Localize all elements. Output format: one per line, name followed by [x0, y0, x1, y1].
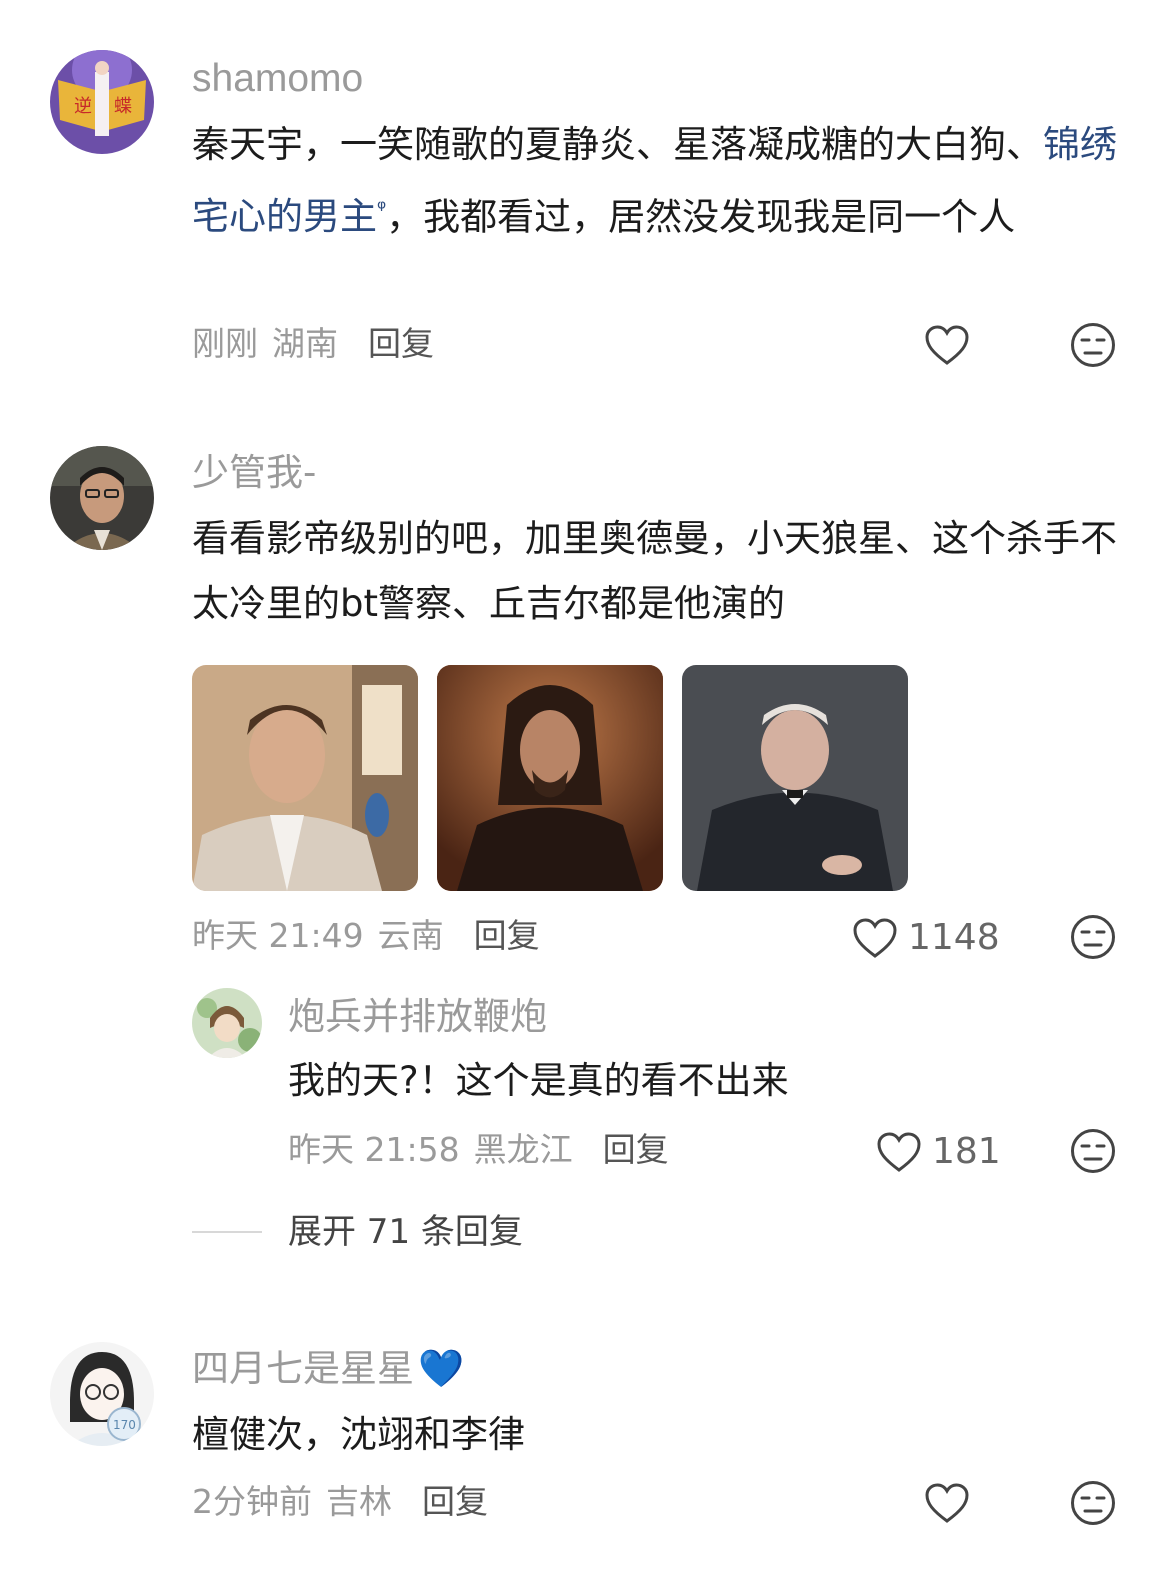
- username[interactable]: 四月七是星星 💙: [192, 1344, 464, 1394]
- avatar[interactable]: 170: [50, 1342, 154, 1446]
- divider: [192, 1231, 262, 1233]
- username-text: 四月七是星星: [192, 1347, 414, 1390]
- heart-icon: [925, 1483, 969, 1523]
- like-button[interactable]: [924, 324, 970, 366]
- reply-button[interactable]: 回复: [368, 324, 434, 363]
- dislike-emoji-icon[interactable]: [1070, 914, 1116, 960]
- like-count: 1148: [908, 917, 1000, 958]
- dislike-emoji-icon[interactable]: [1070, 322, 1116, 368]
- comment-meta: 刚刚 湖南 回复: [192, 322, 434, 366]
- reply-button[interactable]: 回复: [603, 1130, 669, 1169]
- username[interactable]: shamomo: [192, 54, 363, 104]
- timestamp: 昨天 21:58: [288, 1130, 460, 1169]
- timestamp: 昨天 21:49: [192, 916, 364, 955]
- like-button[interactable]: 181: [876, 1130, 1001, 1174]
- heart-icon: [925, 325, 969, 365]
- like-button[interactable]: [924, 1482, 970, 1524]
- image-gallery: [192, 665, 908, 891]
- username[interactable]: 少管我-: [192, 448, 316, 498]
- comment-text-part: 秦天宇，一笑随歌的夏静炎、星落凝成糖的大白狗、: [192, 123, 1043, 166]
- heart-icon: [877, 1132, 921, 1172]
- comment-meta: 昨天 21:49 云南 回复: [192, 914, 540, 958]
- avatar[interactable]: 逆 蝶: [50, 50, 154, 154]
- comment-text-part: ，我都看过，居然没发现我是同一个人: [386, 195, 1016, 239]
- blue-heart-emoji: 💙: [418, 1347, 465, 1390]
- comment-text: 檀健次，沈翊和李律: [192, 1413, 525, 1456]
- reply-meta: 昨天 21:58 黑龙江 回复: [288, 1128, 669, 1172]
- avatar-text-left: 逆: [74, 96, 92, 117]
- location: 云南: [377, 916, 444, 955]
- expand-replies-label: 展开 71 条回复: [288, 1212, 523, 1252]
- dislike-emoji-icon[interactable]: [1070, 1480, 1116, 1526]
- dislike-emoji-icon[interactable]: [1070, 1128, 1116, 1174]
- heart-icon: [853, 918, 897, 958]
- reply-button[interactable]: 回复: [422, 1482, 488, 1521]
- reply-username[interactable]: 炮兵并排放鞭炮: [288, 992, 547, 1042]
- reply-avatar[interactable]: [192, 988, 262, 1058]
- avatar-badge-text: 170: [113, 1418, 136, 1432]
- timestamp: 刚刚: [192, 324, 258, 363]
- expand-replies-button[interactable]: 展开 71 条回复: [192, 1208, 523, 1256]
- reply-button[interactable]: 回复: [474, 916, 540, 955]
- comment-image[interactable]: [682, 665, 908, 891]
- location: 黑龙江: [473, 1130, 573, 1169]
- search-icon: ᵠ: [377, 197, 387, 222]
- comment-image[interactable]: [192, 665, 418, 891]
- comment-image[interactable]: [437, 665, 663, 891]
- avatar[interactable]: [50, 446, 154, 550]
- location: 湖南: [272, 324, 338, 363]
- like-count: 181: [932, 1131, 1001, 1172]
- location: 吉林: [326, 1482, 392, 1521]
- like-button[interactable]: 1148: [852, 916, 1000, 960]
- timestamp: 2分钟前: [192, 1482, 312, 1521]
- reply-text: 我的天?！这个是真的看不出来: [288, 1059, 789, 1102]
- avatar-text-right: 蝶: [114, 96, 132, 117]
- comment-text: 看看影帝级别的吧，加里奥德曼，小天狼星、这个杀手不太冷里的bt警察、丘吉尔都是他…: [192, 517, 1117, 625]
- comment-text: 秦天宇，一笑随歌的夏静炎、星落凝成糖的大白狗、锦绣宅心的男主ᵠ，我都看过，居然没…: [192, 112, 1122, 249]
- comment-meta: 2分钟前 吉林 回复: [192, 1480, 488, 1524]
